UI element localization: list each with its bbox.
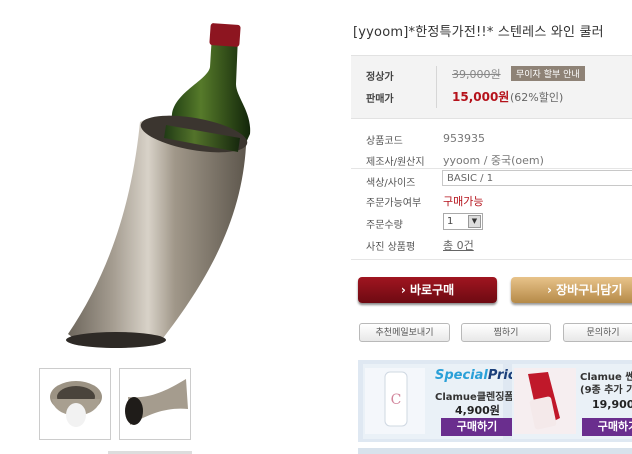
quantity-label: 주문수량 xyxy=(366,220,403,231)
availability-value: 구매가능 xyxy=(443,195,484,208)
product-main-image[interactable] xyxy=(40,22,302,352)
product-code-value: 953935 xyxy=(443,132,485,145)
promo-ad-2-buy-button[interactable]: 구매하기 xyxy=(582,418,632,436)
maker-origin-label: 제조사/원산지 xyxy=(366,157,425,168)
detail-divider xyxy=(351,168,632,169)
cleansing-foam-image: C xyxy=(365,368,425,434)
cosmetic-bottle-image xyxy=(514,368,576,434)
promo-ad-2-subtitle: (9종 추가 기 xyxy=(580,385,632,396)
promo-ad-2[interactable]: Clamue 쎈 (9종 추가 기 19,900원 구매하기 xyxy=(512,364,632,439)
photo-review-link[interactable]: 총 0건 xyxy=(443,237,474,253)
discount-rate: (62%할인) xyxy=(510,91,564,104)
promo-ad-1-buy-button[interactable]: 구매하기 xyxy=(441,418,513,436)
promo-ad-1-price: 4,900원 xyxy=(455,404,500,417)
sale-price-value: 15,000원 xyxy=(452,90,510,104)
quantity-select[interactable]: 1 ▼ xyxy=(443,213,483,230)
add-to-cart-label: 장바구니담기 xyxy=(556,283,623,297)
quantity-value: 1 xyxy=(447,216,454,227)
chevron-down-icon[interactable]: ▼ xyxy=(468,215,481,228)
chevron-right-icon: › xyxy=(400,283,406,297)
recommend-mail-button[interactable]: 추천메일보내기 xyxy=(359,323,450,342)
buy-now-button[interactable]: › 바로구매 xyxy=(358,277,497,303)
list-price-value: 39,000원 xyxy=(452,68,501,81)
option-select[interactable]: BASIC / 1 xyxy=(442,170,632,186)
thumbnail-2-image xyxy=(125,379,188,425)
list-price-label: 정상가 xyxy=(366,72,394,83)
option-label: 색상/사이즈 xyxy=(366,178,416,189)
promo-ad-2-price: 19,900원 xyxy=(592,398,632,411)
buy-now-label: 바로구매 xyxy=(409,283,455,297)
price-divider xyxy=(436,66,437,108)
thumbnail-1[interactable] xyxy=(39,368,111,440)
thumbnail-2[interactable] xyxy=(119,368,191,440)
add-to-cart-button[interactable]: › 장바구니담기 xyxy=(511,277,632,303)
price-box: 정상가 판매가 39,000원 무이자 할부 안내 15,000원 (62%할인… xyxy=(351,55,632,119)
chevron-right-icon: › xyxy=(547,283,552,297)
maker-origin-value: yyoom / 중국(oem) xyxy=(443,154,544,167)
special-word: Special xyxy=(435,368,488,383)
installment-badge[interactable]: 무이자 할부 안내 xyxy=(511,66,585,81)
wishlist-button[interactable]: 찜하기 xyxy=(461,323,551,342)
inquiry-button[interactable]: 문의하기 xyxy=(563,323,632,342)
thumbnail-1-image xyxy=(50,381,102,427)
svg-text:C: C xyxy=(391,392,402,408)
availability-label: 주문가능여부 xyxy=(366,198,422,209)
photo-review-label: 사진 상품평 xyxy=(366,242,416,253)
sale-price-label: 판매가 xyxy=(366,94,394,105)
product-title: [yyoom]*한정특가전!!* 스텐레스 와인 쿨러 xyxy=(353,25,604,40)
promo-banner: C SpecialPrice Clamue클렌징폼 4,900원 구매하기 Cl… xyxy=(358,360,632,442)
promo-ad-1-product: Clamue클렌징폼 xyxy=(435,392,514,403)
special-price-heading: SpecialPrice xyxy=(435,368,524,383)
promo-ad-1[interactable]: C SpecialPrice Clamue클렌징폼 4,900원 구매하기 xyxy=(363,364,524,439)
product-code-label: 상품코드 xyxy=(366,136,403,147)
detail-divider-bottom xyxy=(351,259,632,260)
promo-banner-next xyxy=(358,448,632,454)
